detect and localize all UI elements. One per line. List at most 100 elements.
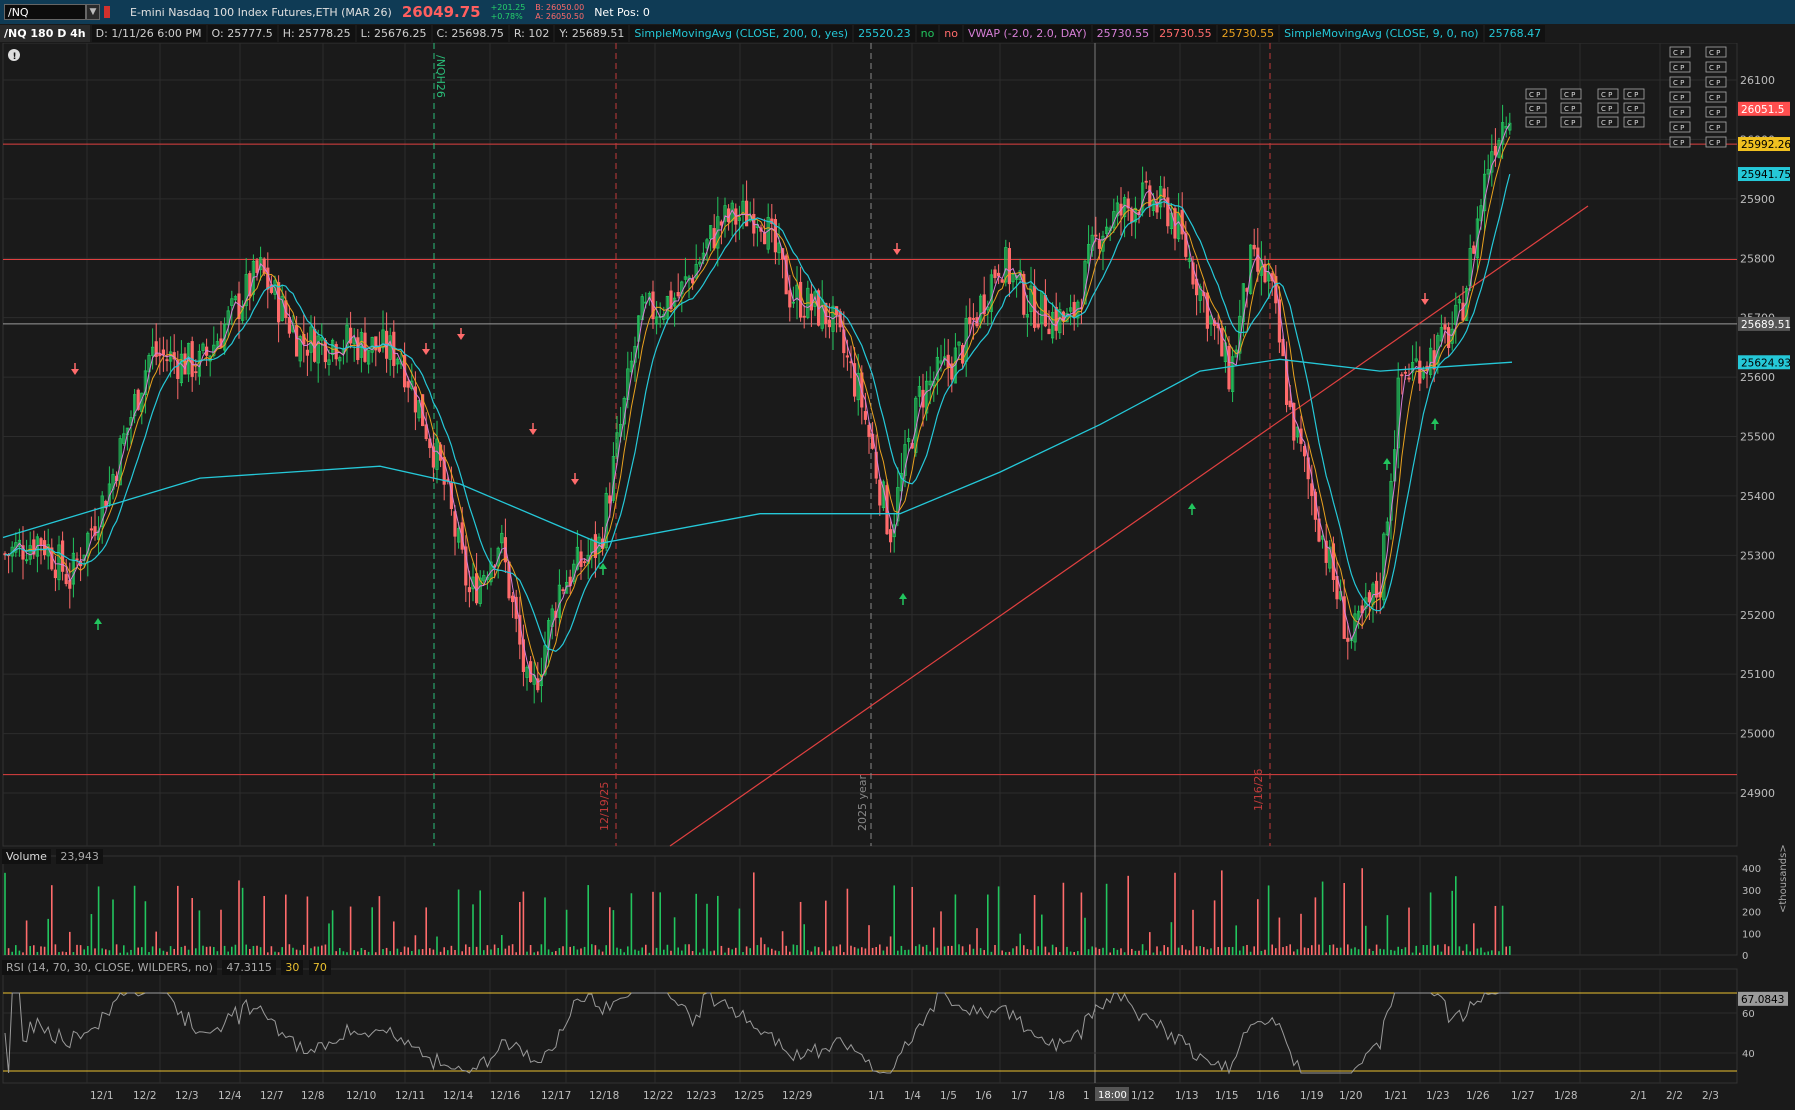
bar-high: H: 25778.25 <box>278 25 355 42</box>
candle-body <box>75 558 79 561</box>
price-bubble: 25624.93 <box>1738 355 1791 370</box>
bid-ask: B: 26050.00 A: 26050.50 <box>535 3 584 21</box>
volume-tick-label: 400 <box>1742 864 1761 875</box>
option-cp-tag: C P <box>1623 116 1645 128</box>
volume-title[interactable]: Volume <box>2 849 51 864</box>
option-cp-tag: C P <box>1705 136 1727 148</box>
candle-body <box>53 569 58 579</box>
rsi-tick-label: 60 <box>1742 1009 1755 1020</box>
time-axis-label: 2/3 <box>1702 1090 1719 1102</box>
vwap-label[interactable]: VWAP (-2.0, 2.0, DAY) <box>964 25 1091 42</box>
symbol-input[interactable]: /NQ <box>4 4 86 20</box>
svg-text:C P: C P <box>1529 91 1540 99</box>
candle-body <box>763 232 767 245</box>
time-axis-label: 1/20 <box>1339 1090 1363 1102</box>
price-tick-label: 26100 <box>1740 74 1775 87</box>
ask-price: A: 26050.50 <box>535 12 585 21</box>
candle-body <box>43 540 47 556</box>
candle-body <box>1000 279 1004 283</box>
time-axis-label: 12/2 <box>133 1090 157 1102</box>
symbol-dropdown-icon[interactable]: ▼ <box>86 4 100 20</box>
vwap-value-2: 25730.55 <box>1155 25 1216 42</box>
svg-text:C P: C P <box>1529 119 1540 127</box>
time-axis-label: 1/26 <box>1466 1090 1490 1102</box>
price-tick-label: 25500 <box>1740 431 1775 444</box>
time-axis-label: 1 <box>1083 1090 1090 1102</box>
svg-text:25624.93: 25624.93 <box>1741 357 1791 369</box>
candle-body <box>287 317 292 334</box>
volume-tick-label: 0 <box>1742 951 1748 962</box>
candle-body <box>406 381 410 388</box>
study-flag-2: no <box>940 25 962 42</box>
option-cp-tag: C P <box>1560 116 1582 128</box>
option-cp-tag: C P <box>1705 121 1727 133</box>
price-tick-label: 25100 <box>1740 668 1775 681</box>
svg-text:C P: C P <box>1673 79 1684 87</box>
sma9-label[interactable]: SimpleMovingAvg (CLOSE, 9, 0, no) <box>1280 25 1483 42</box>
candle-body <box>867 424 871 438</box>
time-axis-label: 1/4 <box>904 1090 921 1102</box>
price-tick-label: 25200 <box>1740 609 1775 622</box>
svg-text:C P: C P <box>1564 119 1575 127</box>
candle-body <box>1403 371 1407 374</box>
price-bubble: 25992.26 <box>1738 137 1791 152</box>
price-change: +201.25 +0.78% <box>491 3 526 21</box>
svg-text:C P: C P <box>1709 49 1720 57</box>
svg-text:C P: C P <box>1673 94 1684 102</box>
chart-area[interactable]: 2610026000259002580025700256002550025400… <box>0 27 1795 1107</box>
time-axis-label: 12/25 <box>734 1090 764 1102</box>
time-axis-label: 2/1 <box>1630 1090 1647 1102</box>
volume-unit-label: <thousands> <box>1778 844 1789 913</box>
svg-text:C P: C P <box>1627 91 1638 99</box>
price-chart-svg[interactable]: 2610026000259002580025700256002550025400… <box>0 27 1795 1107</box>
option-cp-tag: C P <box>1669 121 1691 133</box>
last-price: 26049.75 <box>401 3 481 21</box>
sma200-label[interactable]: SimpleMovingAvg (CLOSE, 200, 0, yes) <box>630 25 853 42</box>
net-change: +201.25 <box>490 3 526 12</box>
candle-body <box>1472 245 1476 254</box>
candle-body <box>1367 592 1371 603</box>
candle-body <box>1447 327 1451 349</box>
candle-body <box>799 281 803 318</box>
volume-label: Volume 23,943 <box>2 849 105 864</box>
bar-date: D: 1/11/26 6:00 PM <box>91 25 206 42</box>
rsi-high: 70 <box>308 960 331 975</box>
svg-text:C P: C P <box>1709 124 1720 132</box>
option-cp-tag: C P <box>1525 116 1547 128</box>
option-cp-tag: C P <box>1705 106 1727 118</box>
price-tick-label: 25800 <box>1740 252 1775 265</box>
top-toolbar: /NQ ▼ E-mini Nasdaq 100 Index Futures,ET… <box>0 0 1795 24</box>
svg-text:C P: C P <box>1709 94 1720 102</box>
option-cp-tag: C P <box>1623 88 1645 100</box>
chart-id[interactable]: /NQ 180 D 4h <box>0 25 90 42</box>
candle-body <box>863 411 868 420</box>
candle-body <box>827 319 832 328</box>
candle-body <box>453 511 457 537</box>
time-axis-label: 12/18 <box>589 1090 619 1102</box>
option-cp-tag: C P <box>1669 91 1691 103</box>
svg-text:C P: C P <box>1709 79 1720 87</box>
svg-text:C P: C P <box>1627 119 1638 127</box>
candle-body <box>1205 292 1209 329</box>
time-axis-label: 1/13 <box>1175 1090 1199 1102</box>
candle-body <box>1036 323 1040 328</box>
study-flag-1: no <box>916 25 939 42</box>
time-axis-label: 1/28 <box>1554 1090 1578 1102</box>
year-marker-label: 2025 year <box>856 774 869 831</box>
candle-body <box>39 538 43 546</box>
date-marker-label-2: 1/16/26 <box>1252 769 1265 811</box>
svg-text:C P: C P <box>1673 139 1684 147</box>
option-cp-tag: C P <box>1560 88 1582 100</box>
candle-body <box>255 260 259 273</box>
volume-value: 23,943 <box>56 849 103 864</box>
rsi-title[interactable]: RSI (14, 70, 30, CLOSE, WILDERS, no) <box>2 960 217 975</box>
alert-flag-icon[interactable] <box>104 6 110 18</box>
option-cp-tag: C P <box>1525 88 1547 100</box>
svg-text:25689.51: 25689.51 <box>1741 319 1791 331</box>
rsi-label: RSI (14, 70, 30, CLOSE, WILDERS, no) 47.… <box>2 960 333 975</box>
option-cp-tag: C P <box>1597 102 1619 114</box>
candle-body <box>1162 188 1166 198</box>
candle-body <box>993 269 997 279</box>
svg-text:C P: C P <box>1627 105 1638 113</box>
sma9-value: 25768.47 <box>1484 25 1546 42</box>
